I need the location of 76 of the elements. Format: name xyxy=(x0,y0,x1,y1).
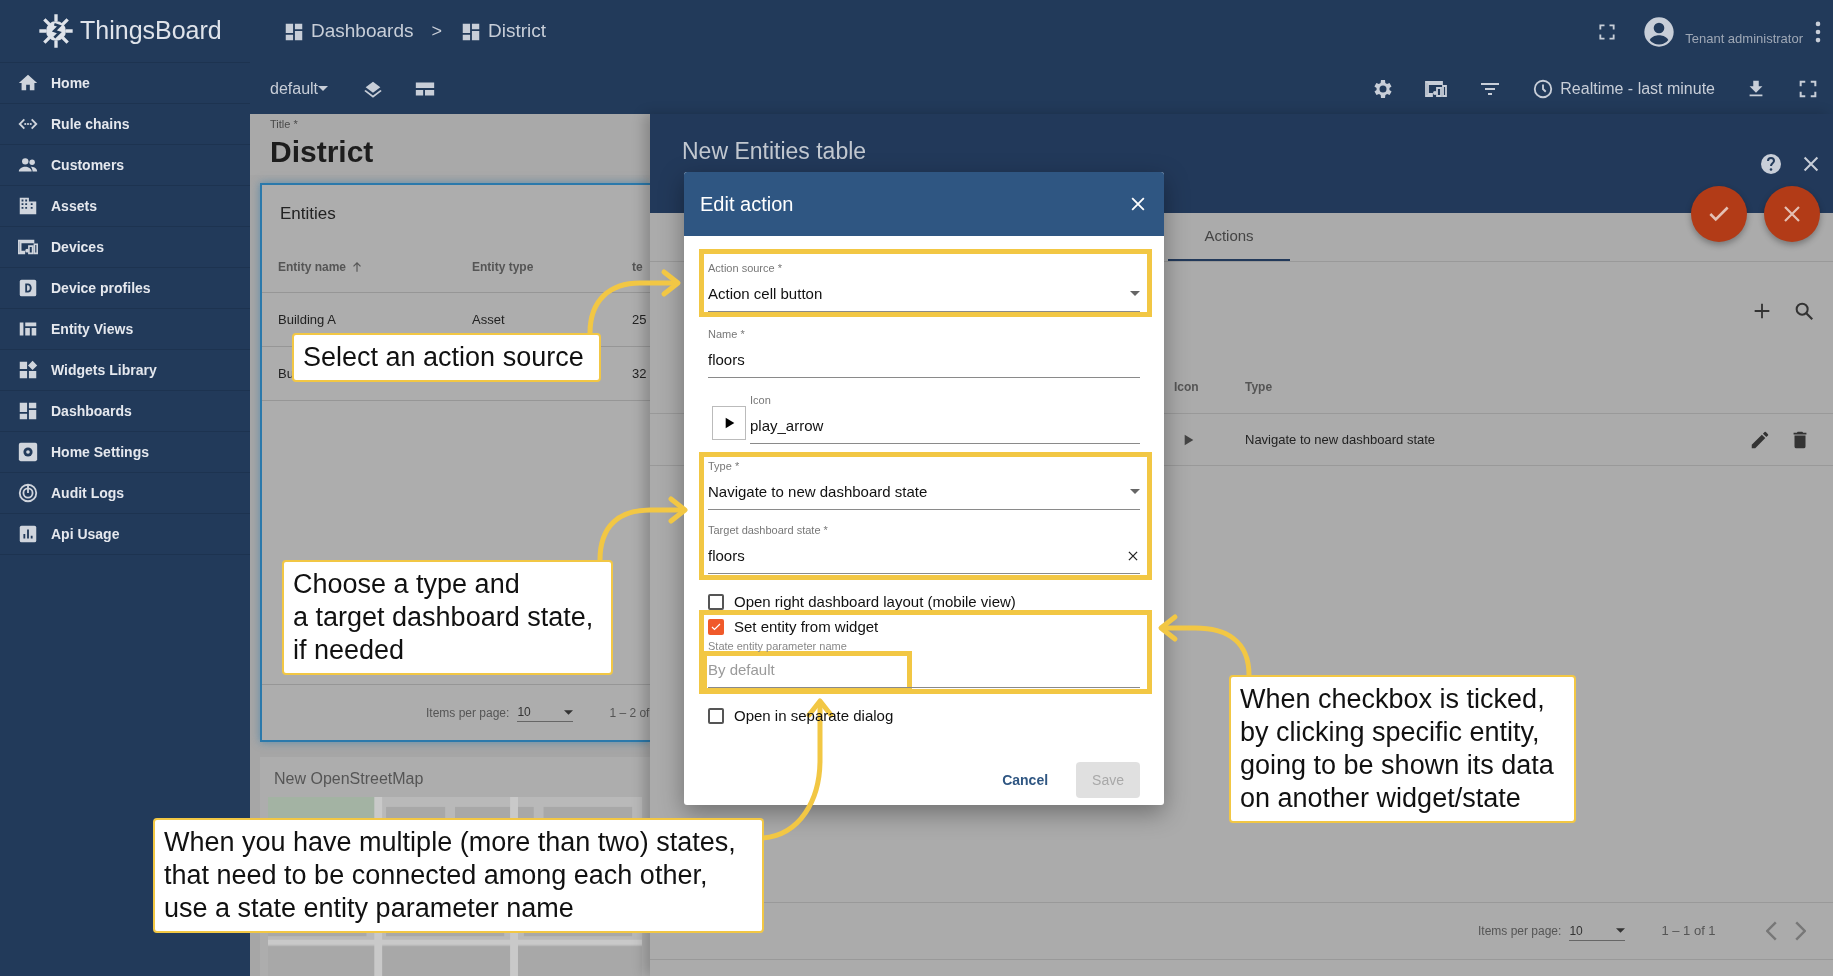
select-field[interactable]: Action source * Action cell button xyxy=(708,254,1140,312)
sidebar-item[interactable]: Devices xyxy=(0,227,250,268)
paginator-label: Items per page: xyxy=(1478,923,1562,940)
sidebar-item[interactable]: Home xyxy=(0,63,250,104)
breadcrumb-separator: > xyxy=(431,20,442,43)
callout: When checkbox is ticked, by clicking specific entity, going to be shown its data on another widget/state xyxy=(1229,675,1576,823)
sidebar-item[interactable]: Device profiles xyxy=(0,268,250,309)
dashboard-title: District xyxy=(270,133,375,170)
input-field[interactable]: Icon play_arrow xyxy=(750,390,1140,444)
fullscreen-icon xyxy=(1597,21,1618,42)
breadcrumb-link[interactable]: District xyxy=(459,17,547,46)
circle-icon xyxy=(17,482,39,504)
checkbox[interactable]: Open right dashboard layout (mobile view) xyxy=(708,590,1140,614)
cancel-button[interactable]: Cancel xyxy=(986,762,1065,798)
page-size-select[interactable]: 10 xyxy=(517,703,574,722)
paginator-range: 1 – 2 of xyxy=(609,704,650,722)
widget-title: Entities xyxy=(279,203,337,225)
user-role: Tenant administrator xyxy=(1685,29,1803,48)
icon-preview-button[interactable] xyxy=(712,406,746,440)
sidebar-item[interactable]: Audit Logs xyxy=(0,473,250,514)
check-icon xyxy=(710,621,722,633)
field-label: State entity parameter name xyxy=(708,639,847,654)
timewindow-button[interactable]: Realtime - last minute xyxy=(1532,76,1715,101)
document-icon xyxy=(17,277,39,299)
state-dropdown[interactable]: default xyxy=(270,76,329,101)
callout: When you have multiple (more than two) states, that need to be connected among each other, use a state entity parameter name xyxy=(153,818,764,933)
input-field[interactable]: By default xyxy=(708,658,1140,688)
dialog-title: Edit action xyxy=(700,192,794,217)
breadcrumb-link[interactable]: Dashboards xyxy=(283,17,414,46)
widget-title: New OpenStreetMap xyxy=(273,769,425,789)
sidebar-item[interactable]: Home Settings xyxy=(0,432,250,473)
table-cell-text: Asset xyxy=(472,310,506,329)
table-cell-text: 32 xyxy=(632,364,648,383)
logo-icon xyxy=(36,11,76,51)
sidebar-item[interactable]: Entity Views xyxy=(0,309,250,350)
editor-title: New Entities table xyxy=(682,137,867,166)
caret-icon xyxy=(564,709,574,715)
sidebar-item[interactable]: Widgets Library xyxy=(0,350,250,391)
paginator-label: Items per page: xyxy=(426,704,510,722)
widgets-icon xyxy=(17,359,39,381)
table-cell-text: Navigate to new dashboard state xyxy=(1245,430,1436,449)
search-icon xyxy=(1793,300,1815,322)
help-icon xyxy=(1759,152,1783,176)
building-icon xyxy=(17,195,39,217)
field-label: Title * xyxy=(270,117,299,132)
help-button[interactable] xyxy=(1759,152,1783,176)
sidebar-item[interactable]: Dashboards xyxy=(0,391,250,432)
caret-icon xyxy=(1130,291,1140,297)
search-button[interactable] xyxy=(1793,300,1815,322)
account-icon[interactable] xyxy=(1643,15,1676,48)
input-field[interactable]: Target dashboard state * floors xyxy=(708,522,1140,574)
checkbox[interactable]: Set entity from widget xyxy=(708,616,1140,638)
logo-text: ThingsBoard xyxy=(80,15,222,47)
table-cell-text: 25 xyxy=(632,310,648,329)
sidebar-item[interactable]: Api Usage xyxy=(0,514,250,555)
more-button[interactable] xyxy=(1815,20,1821,43)
caret-icon xyxy=(1616,928,1626,933)
gear-icon xyxy=(17,441,39,463)
input-field[interactable]: Name * floors xyxy=(708,322,1140,378)
dashboard-icon xyxy=(17,400,39,422)
clock-icon xyxy=(1532,77,1555,100)
fullscreen-button[interactable] xyxy=(1597,21,1618,42)
tab[interactable]: Actions xyxy=(1168,213,1290,261)
page-size-select[interactable]: 10 xyxy=(1569,921,1626,941)
chevron-left-icon xyxy=(1765,921,1777,941)
caret-icon xyxy=(318,86,329,91)
callout: Select an action source xyxy=(292,333,601,382)
table-cell-text: Building A xyxy=(278,310,337,329)
paginator-range: 1 – 1 of 1 xyxy=(1661,922,1716,941)
select-field[interactable]: Type * Navigate to new dashboard state xyxy=(708,458,1140,510)
chevron-right-icon xyxy=(1794,921,1806,941)
sidebar-item[interactable]: Assets xyxy=(0,186,250,227)
bar-chart-icon xyxy=(17,523,39,545)
caret-icon xyxy=(1130,489,1140,495)
more-icon xyxy=(1815,20,1821,43)
callout: Choose a type and a target dashboard state, if needed xyxy=(282,560,613,675)
